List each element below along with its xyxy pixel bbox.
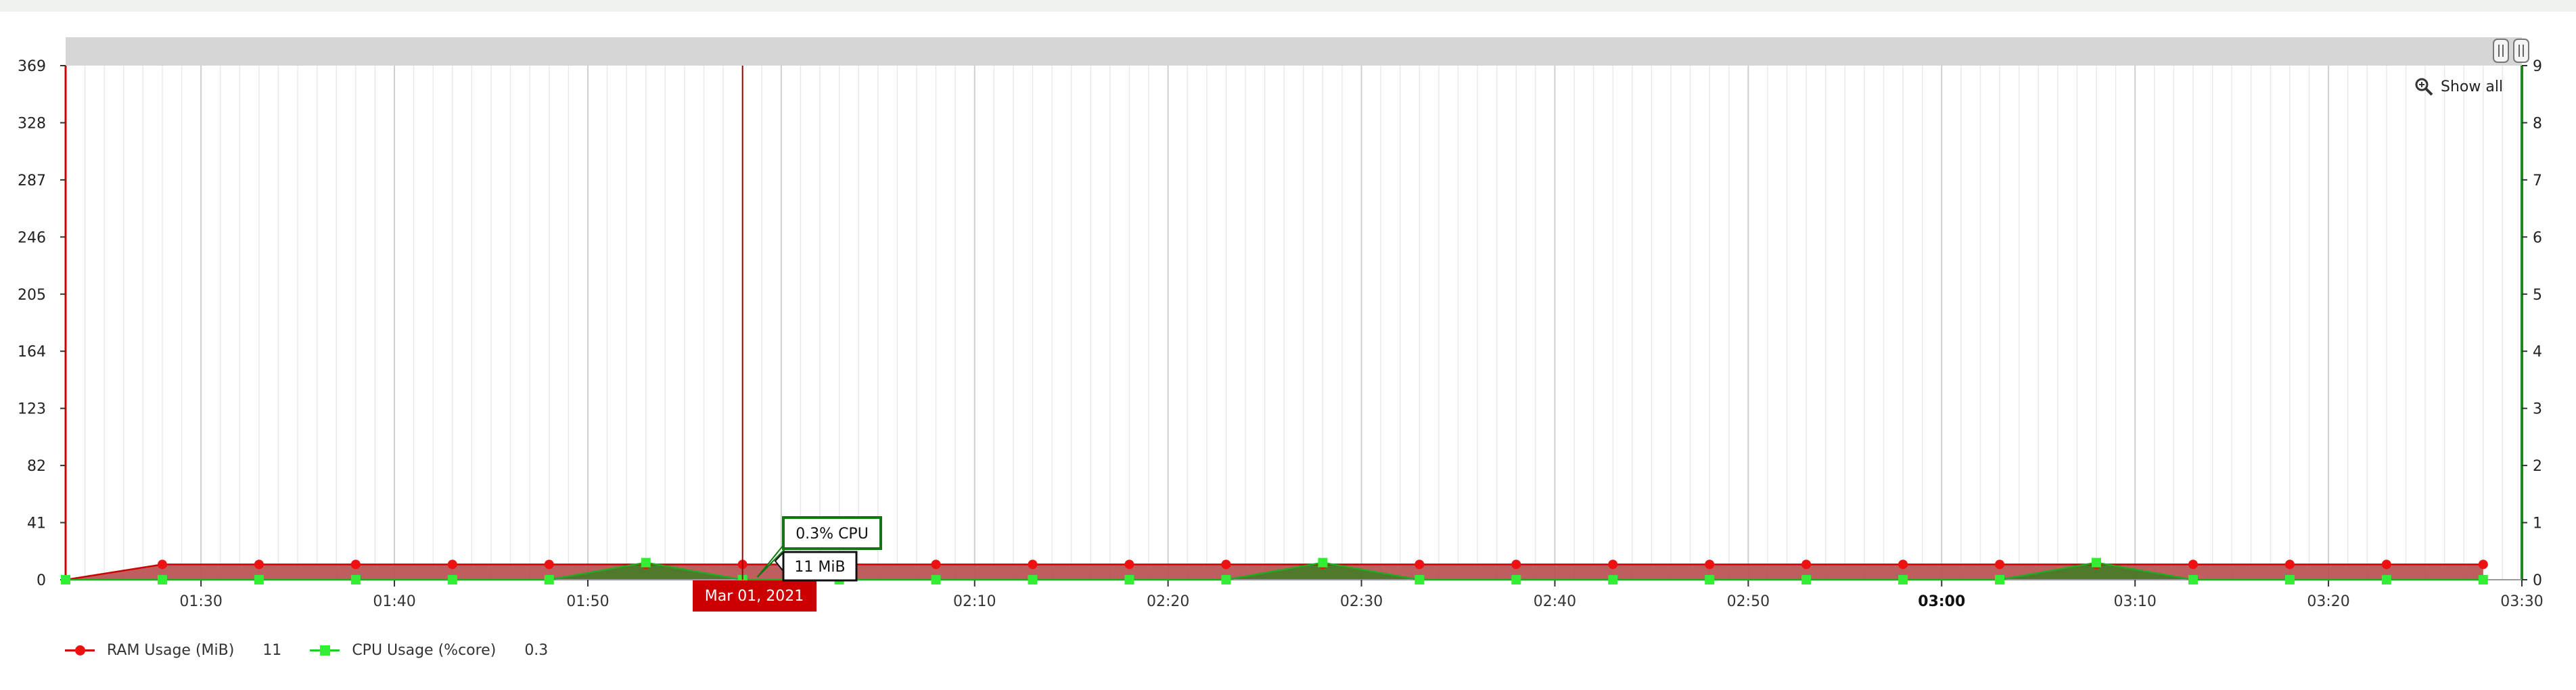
ram-axis-tick-label: 164 [18, 344, 46, 361]
cpu-data-point [1124, 575, 1134, 584]
ram-data-point [2478, 559, 2488, 570]
ram-data-point [1221, 559, 1231, 570]
ram-data-point [1608, 559, 1618, 570]
cpu-data-point [1995, 575, 2005, 584]
cpu-data-point [2381, 575, 2391, 584]
legend-value-cpu: 0.3 [524, 641, 549, 659]
legend-item-ram[interactable]: RAM Usage (MiB) 11 [65, 640, 310, 660]
x-axis-tick-label: 01:50 [566, 593, 609, 610]
cpu-data-point [2284, 575, 2295, 584]
legend-label-cpu: CPU Usage (%core) [352, 641, 497, 659]
cpu-axis-tick-label: 1 [2533, 515, 2542, 532]
show-all-button[interactable]: Show all [2414, 76, 2503, 97]
x-axis-tick-label: 02:10 [953, 593, 996, 610]
cpu-data-point [1801, 575, 1812, 584]
ram-axis-tick-label: 123 [18, 401, 46, 418]
ram-data-point [544, 559, 554, 570]
cpu-data-point [1511, 575, 1521, 584]
ram-axis-tick-label: 0 [37, 572, 46, 589]
cpu-data-point [1318, 557, 1328, 568]
ram-data-point [1511, 559, 1521, 570]
scrollbar-handle-right[interactable] [2513, 39, 2529, 63]
ram-data-point [1124, 559, 1134, 570]
cpu-data-point [1414, 575, 1425, 584]
legend-item-cpu[interactable]: CPU Usage (%core) 0.3 [310, 640, 576, 660]
x-axis-tick-label: 03:10 [2113, 593, 2156, 610]
ram-axis-tick-label: 41 [27, 515, 46, 532]
ram-tooltip-label: 11 MiB [794, 559, 845, 576]
ram-data-point [447, 559, 457, 570]
cpu-axis-tick-label: 3 [2533, 401, 2542, 418]
show-all-label: Show all [2441, 78, 2504, 95]
cursor-date-label: Mar 01, 2021 [705, 588, 804, 605]
plot-background [66, 66, 2522, 580]
cpu-data-point [157, 575, 167, 584]
ram-data-point [1801, 559, 1812, 570]
cpu-data-point [350, 575, 361, 584]
x-axis-tick-label: 03:20 [2307, 593, 2349, 610]
ram-legend-swatch [65, 640, 95, 660]
cpu-data-point [1221, 575, 1231, 584]
cpu-axis-tick-label: 2 [2533, 458, 2542, 475]
legend-label-ram: RAM Usage (MiB) [107, 641, 235, 659]
ram-data-point [350, 559, 361, 570]
cpu-data-point [2188, 575, 2198, 584]
ram-axis-tick-label: 328 [18, 115, 46, 132]
cpu-legend-swatch [310, 640, 340, 660]
x-axis-tick-label: 01:30 [179, 593, 222, 610]
x-axis-tick-label: 02:50 [1727, 593, 1770, 610]
cpu-axis-tick-label: 9 [2533, 58, 2542, 75]
cpu-axis-tick-label: 4 [2533, 344, 2542, 361]
ram-axis-tick-label: 287 [18, 172, 46, 189]
x-axis-tick-label: 03:30 [2500, 593, 2543, 610]
ram-data-point [254, 559, 264, 570]
ram-data-point [2284, 559, 2295, 570]
cpu-data-point [641, 557, 651, 568]
cpu-data-point [931, 575, 941, 584]
cpu-data-point [1608, 575, 1618, 584]
x-axis-tick-label: 02:40 [1534, 593, 1576, 610]
x-axis-tick-label: 02:30 [1340, 593, 1383, 610]
legend-value-ram: 11 [262, 641, 282, 659]
ram-data-point [2188, 559, 2198, 570]
ram-axis-tick-label: 205 [18, 287, 46, 304]
ram-axis-tick-label: 369 [18, 58, 46, 75]
ram-data-point [157, 559, 167, 570]
cpu-axis-tick-label: 0 [2533, 572, 2542, 589]
ram-data-point [1705, 559, 1715, 570]
cpu-data-point [2478, 575, 2488, 584]
ram-data-point [1898, 559, 1908, 570]
cpu-data-point [2092, 557, 2102, 568]
cpu-data-point [544, 575, 554, 584]
x-axis-tick-label: 02:20 [1147, 593, 1189, 610]
ram-data-point [1995, 559, 2005, 570]
ram-axis-tick-label: 246 [18, 229, 46, 246]
cpu-data-point [61, 575, 70, 584]
ram-data-point [1414, 559, 1425, 570]
ram-data-point [1028, 559, 1038, 570]
cpu-data-point [1705, 575, 1715, 584]
cpu-axis-tick-label: 6 [2533, 229, 2542, 246]
cpu-axis-tick-label: 5 [2533, 287, 2542, 304]
ram-axis-tick-label: 82 [27, 458, 46, 475]
ram-data-point [2381, 559, 2391, 570]
scrollbar-handle-left[interactable] [2493, 39, 2509, 63]
x-axis-tick-label: 01:40 [373, 593, 415, 610]
cpu-data-point [447, 575, 457, 584]
chart-legend: RAM Usage (MiB) 11 CPU Usage (%core) 0.3 [65, 640, 576, 660]
ram-data-point [931, 559, 941, 570]
cpu-data-point [254, 575, 264, 584]
cpu-axis-tick-label: 8 [2533, 115, 2542, 132]
cpu-data-point [1898, 575, 1908, 584]
usage-chart: 04182123164205246287328369012345678901:3… [18, 37, 2544, 612]
cpu-axis-tick-label: 7 [2533, 172, 2542, 189]
scrollbar-track[interactable] [66, 37, 2522, 66]
x-axis-tick-label: 03:00 [1918, 593, 1965, 610]
zoom-icon [2415, 78, 2433, 96]
cpu-tooltip-label: 0.3% CPU [796, 526, 869, 543]
cpu-data-point [1028, 575, 1038, 584]
